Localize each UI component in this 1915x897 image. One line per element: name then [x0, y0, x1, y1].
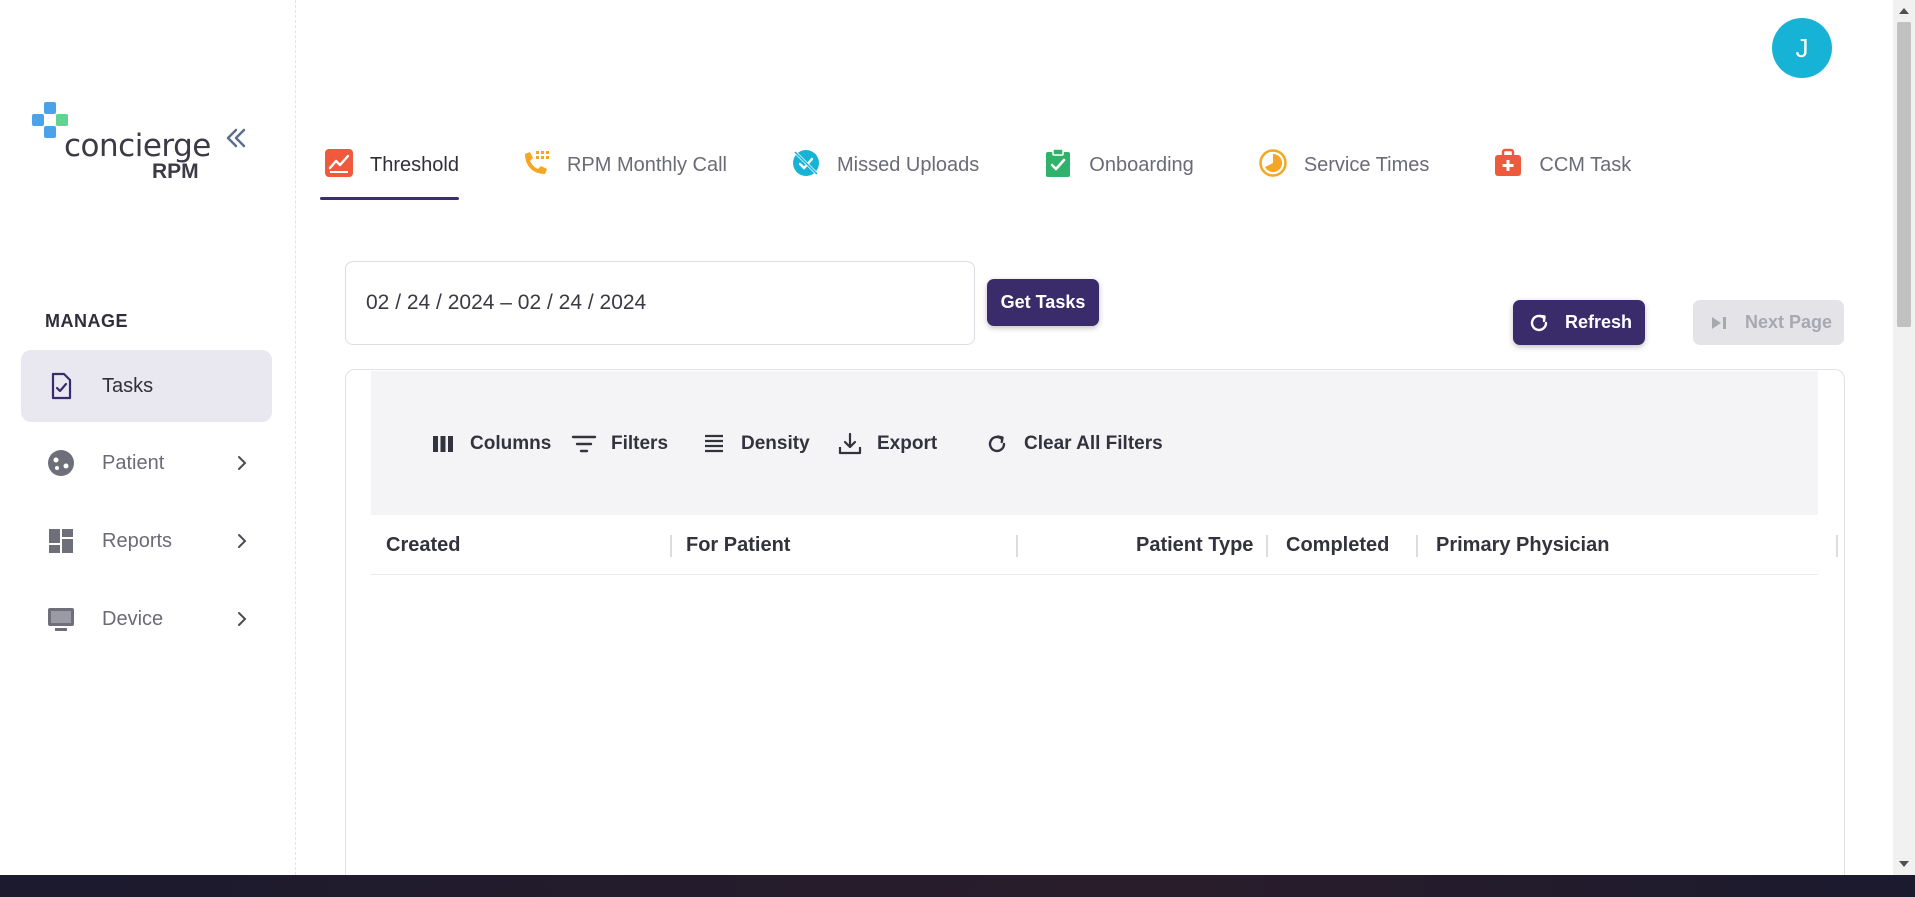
user-avatar[interactable]: J [1772, 18, 1832, 78]
download-icon [838, 432, 862, 455]
column-header-for-patient[interactable]: For Patient [686, 515, 790, 575]
refresh-icon [988, 435, 1006, 453]
tab-service-times[interactable]: Service Times [1254, 140, 1430, 202]
refresh-label: Refresh [1565, 312, 1633, 332]
columns-icon [433, 436, 453, 452]
density-button[interactable]: Density [701, 431, 810, 457]
scroll-up-arrow-icon[interactable] [1898, 5, 1910, 17]
tab-threshold[interactable]: Threshold [320, 140, 459, 202]
sidebar-item-label: Reports [102, 529, 173, 552]
column-separator[interactable] [1266, 535, 1268, 557]
tasks-data-grid: Columns Filters Density Export Clear All… [345, 369, 1845, 889]
dashboard-grid-icon [49, 529, 73, 553]
column-header-primary-physician[interactable]: Primary Physician [1436, 515, 1609, 575]
export-label: Export [877, 433, 938, 454]
tab-label: RPM Monthly Call [566, 154, 727, 176]
sidebar-item-tasks[interactable]: Tasks [21, 350, 272, 422]
columns-label: Columns [470, 433, 552, 454]
monitor-icon [48, 608, 74, 631]
medical-kit-icon [1495, 148, 1522, 176]
date-range-input[interactable]: 02 / 24 / 2024 – 02 / 24 / 2024 [345, 261, 975, 345]
refresh-icon [1530, 314, 1548, 331]
filter-lines-icon [571, 435, 597, 453]
sidebar-item-label: Device [102, 607, 164, 630]
task-type-tabs: Threshold RPM Monthly Call Missed Upload… [320, 140, 1631, 202]
grid-toolbar: Columns Filters Density Export Clear All… [371, 371, 1818, 515]
collapse-sidebar-icon[interactable] [222, 124, 250, 152]
sidebar: concierge RPM MANAGE Tasks Patient Repor… [0, 0, 296, 875]
chevron-right-icon [238, 612, 247, 626]
column-separator[interactable] [1416, 535, 1418, 557]
clear-all-filters-button[interactable]: Clear All Filters [984, 431, 1163, 457]
sidebar-item-label: Patient [102, 451, 165, 474]
task-document-icon [51, 372, 72, 400]
refresh-button[interactable]: Refresh [1513, 300, 1645, 345]
scroll-down-arrow-icon[interactable] [1898, 858, 1910, 870]
column-header-completed[interactable]: Completed [1286, 515, 1389, 575]
sidebar-item-device[interactable]: Device [21, 583, 272, 655]
tab-label: CCM Task [1539, 154, 1632, 176]
filters-button[interactable]: Filters [571, 431, 668, 457]
scroll-thumb[interactable] [1897, 22, 1911, 327]
logo-subtitle: RPM [152, 160, 199, 183]
tab-ccm-task[interactable]: CCM Task [1489, 140, 1631, 202]
next-page-label: Next Page [1745, 312, 1833, 332]
tab-rpm-monthly-call[interactable]: RPM Monthly Call [517, 140, 727, 202]
next-page-button[interactable]: Next Page [1693, 300, 1844, 345]
concierge-rpm-logo[interactable]: concierge RPM [30, 100, 211, 190]
phone-dialpad-icon [524, 151, 549, 174]
column-separator[interactable] [1836, 535, 1838, 557]
sidebar-item-label: Tasks [102, 374, 154, 397]
tab-label: Onboarding [1089, 154, 1194, 176]
filters-label: Filters [611, 433, 669, 454]
column-header-created[interactable]: Created [386, 515, 460, 575]
tab-label: Service Times [1303, 154, 1430, 176]
get-tasks-button[interactable]: Get Tasks [987, 279, 1099, 326]
clipboard-check-icon [1046, 148, 1071, 177]
date-range-value: 02 / 24 / 2024 – 02 / 24 / 2024 [366, 291, 647, 314]
patient-face-icon [48, 450, 74, 476]
export-button[interactable]: Export [837, 431, 937, 457]
logo-wordmark: concierge [64, 128, 211, 164]
tab-onboarding[interactable]: Onboarding [1039, 140, 1194, 202]
clock-timer-icon [1259, 149, 1287, 177]
density-label: Density [741, 433, 810, 454]
tab-missed-uploads[interactable]: Missed Uploads [787, 140, 979, 202]
density-icon [705, 434, 723, 453]
skip-next-icon [1712, 316, 1726, 329]
grid-header-row: Created For Patient Patient Type Complet… [371, 515, 1838, 575]
threshold-chart-icon [325, 149, 353, 177]
columns-button[interactable]: Columns [430, 431, 551, 457]
column-separator[interactable] [1016, 535, 1018, 557]
column-header-patient-type[interactable]: Patient Type [1136, 515, 1253, 575]
sidebar-item-patient[interactable]: Patient [21, 427, 272, 499]
chevron-right-icon [238, 456, 247, 470]
os-taskbar [0, 875, 1915, 897]
manage-section-label: MANAGE [45, 311, 128, 331]
missed-upload-icon [792, 150, 819, 176]
page-scrollbar[interactable] [1893, 0, 1915, 875]
tab-label: Threshold [370, 154, 459, 176]
clear-all-filters-label: Clear All Filters [1024, 433, 1163, 454]
tab-label: Missed Uploads [836, 154, 980, 176]
column-separator[interactable] [670, 535, 672, 557]
sidebar-item-reports[interactable]: Reports [21, 505, 272, 577]
chevron-right-icon [238, 534, 247, 548]
